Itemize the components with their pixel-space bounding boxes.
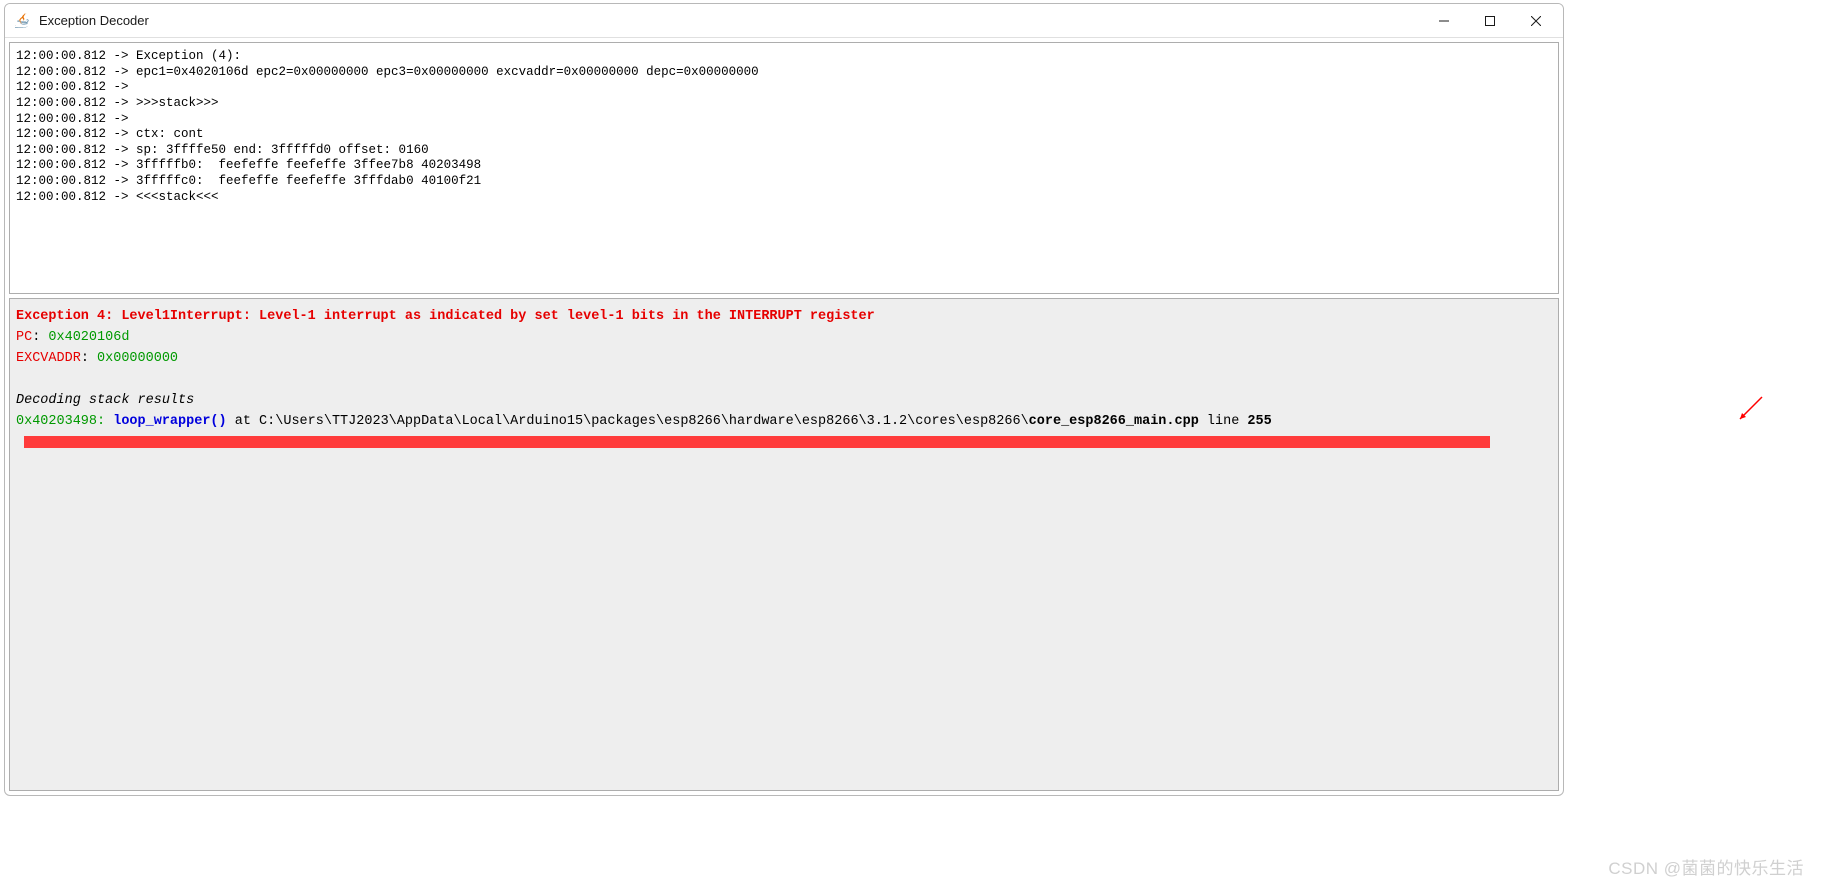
java-icon — [15, 13, 31, 29]
decoded-output[interactable]: Exception 4: Level1Interrupt: Level-1 in… — [9, 298, 1559, 791]
stack-address: 0x40203498: — [16, 414, 113, 429]
exception-decoder-window: Exception Decoder 12:00:00.812 -> Except… — [4, 3, 1564, 796]
minimize-button[interactable] — [1421, 5, 1467, 37]
titlebar: Exception Decoder — [5, 4, 1563, 38]
exception-summary: Exception 4: Level1Interrupt: Level-1 in… — [16, 309, 875, 324]
stack-file: core_esp8266_main.cpp — [1029, 414, 1199, 429]
window-title: Exception Decoder — [39, 13, 1421, 28]
window-controls — [1421, 4, 1559, 37]
excvaddr-value: 0x00000000 — [97, 351, 178, 366]
pc-label: PC — [16, 330, 32, 345]
maximize-button[interactable] — [1467, 5, 1513, 37]
stack-function: loop_wrapper() — [113, 414, 226, 429]
stack-line-number: 255 — [1247, 414, 1271, 429]
pc-value: 0x4020106d — [48, 330, 129, 345]
content-area: 12:00:00.812 -> Exception (4): 12:00:00.… — [5, 38, 1563, 795]
arrow-annotation-icon — [1734, 395, 1764, 425]
close-button[interactable] — [1513, 5, 1559, 37]
stack-results-header: Decoding stack results — [16, 393, 194, 408]
highlight-bar — [24, 436, 1490, 448]
stack-trace-input[interactable]: 12:00:00.812 -> Exception (4): 12:00:00.… — [9, 42, 1559, 294]
watermark: CSDN @菌菌的快乐生活 — [1608, 854, 1804, 879]
excvaddr-label: EXCVADDR — [16, 351, 81, 366]
